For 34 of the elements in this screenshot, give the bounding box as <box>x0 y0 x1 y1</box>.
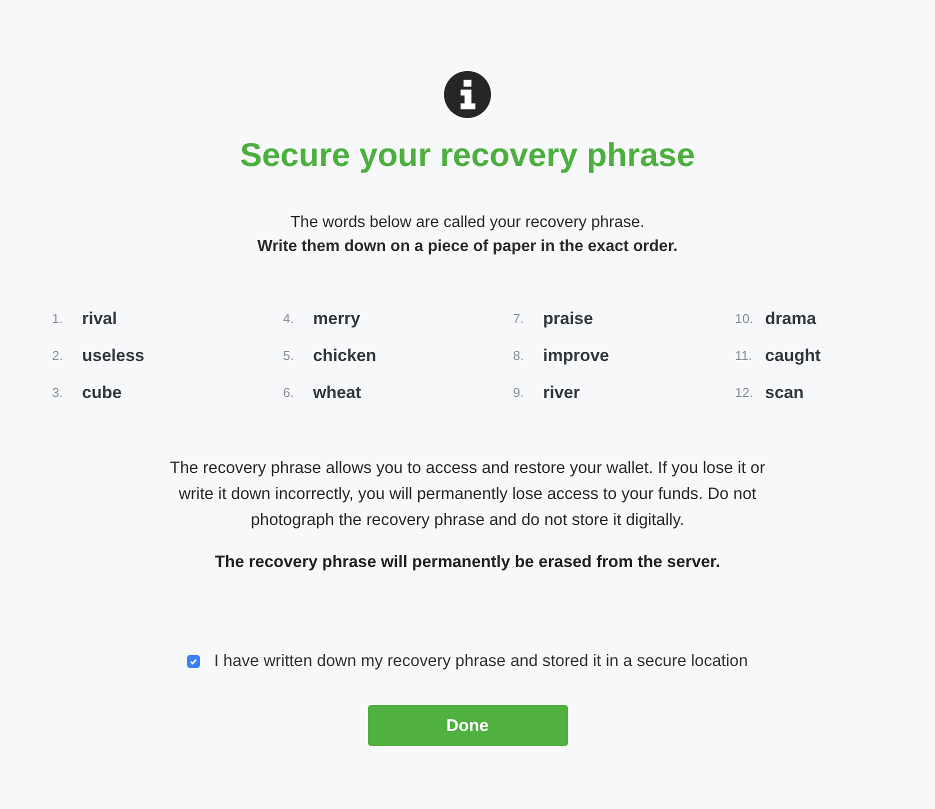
recovery-word: drama <box>765 308 816 328</box>
recovery-word: rival <box>82 308 117 328</box>
word-number: 3. <box>52 385 64 400</box>
intro-text: The words below are called your recovery phrase. <box>290 214 644 232</box>
recovery-word: wheat <box>313 382 362 402</box>
word-number: 9. <box>513 385 525 400</box>
recovery-word: scan <box>765 382 804 402</box>
word-number: 7. <box>513 311 525 326</box>
word-number: 5. <box>283 348 295 363</box>
done-button[interactable]: Done <box>368 705 568 746</box>
recovery-word: useless <box>82 346 144 366</box>
word-number: 12. <box>735 385 754 400</box>
erase-notice: The recovery phrase will permanently be erased from the server. <box>214 553 720 572</box>
warning-paragraph: The recovery phrase allows you to access and restore your wallet. If you lose it or write it down incorrectly, you will permanently lose access to your funds. Do not photograph the recovery phrase and do not store it digitally. <box>168 458 766 531</box>
word-number: 8. <box>513 348 525 363</box>
word-number: 11. <box>735 348 754 363</box>
page-title: Secure your recovery phrase <box>240 136 695 174</box>
recovery-word: praise <box>543 308 594 328</box>
word-number: 10. <box>735 311 754 326</box>
word-number: 2. <box>52 348 64 363</box>
info-icon <box>444 71 491 118</box>
word-number: 1. <box>52 311 64 326</box>
checkbox[interactable] <box>187 655 200 668</box>
checkbox-label: I have written down my recovery phrase and stored it in a secure location <box>214 652 748 671</box>
checkmark-icon <box>189 657 198 666</box>
recovery-word: improve <box>543 346 610 366</box>
recovery-word: merry <box>313 308 360 328</box>
recovery-word: caught <box>765 346 821 366</box>
recovery-word: river <box>543 382 580 402</box>
intro-text: Write them down on a piece of paper in the exact order. <box>257 238 678 256</box>
recovery-word: chicken <box>313 346 376 366</box>
recovery-word: cube <box>82 382 122 402</box>
word-number: 6. <box>283 385 295 400</box>
word-number: 4. <box>283 311 295 326</box>
